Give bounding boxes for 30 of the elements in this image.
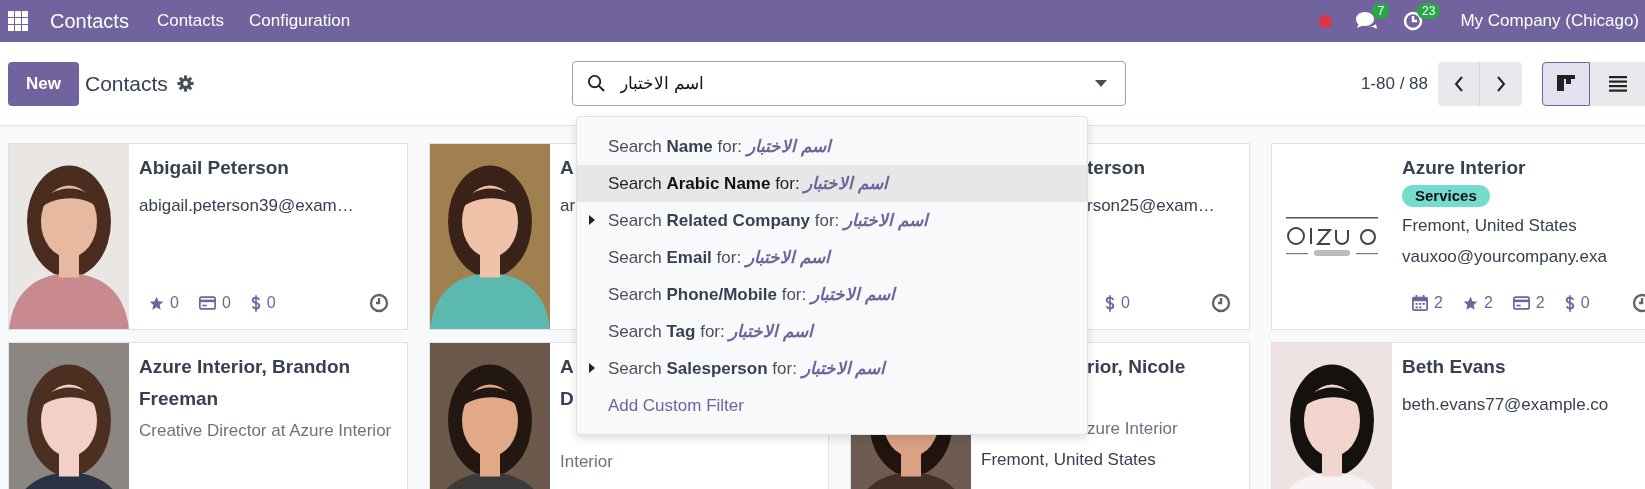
- stat-count: 0: [170, 294, 179, 312]
- address-text: Fremont, United States: [1402, 215, 1577, 237]
- contact-name: Beth Evans: [1402, 355, 1506, 379]
- email-text: beth.evans77@example.co: [1402, 394, 1609, 416]
- job-title: Interior: [560, 451, 613, 473]
- contact-name: Abigail Peterson: [139, 156, 289, 180]
- contact-name: Azure Interior, Brandon Freeman: [139, 355, 352, 411]
- contact-name: A: [560, 355, 574, 379]
- stat-count: 0: [266, 294, 276, 312]
- stat-count: 2: [1483, 294, 1493, 312]
- email-text: abigail.peterson39@exam…: [139, 195, 354, 217]
- stat-count: 0: [1121, 294, 1130, 312]
- contact-name: Azure Interior: [1402, 156, 1526, 180]
- contact-name: terson: [1086, 156, 1146, 180]
- stat-count: 2: [1434, 294, 1443, 312]
- stat-count: 0: [221, 294, 231, 312]
- contact-name: A: [560, 156, 574, 180]
- breadcrumb: Contacts: [85, 71, 168, 96]
- email-text: ar: [560, 195, 576, 217]
- contact-name: rior, Nicole: [1086, 355, 1186, 379]
- email-text: rson25@exam…: [1086, 195, 1215, 217]
- contact-name: D: [560, 387, 574, 411]
- stat-count: 2: [1535, 294, 1545, 312]
- count-badge: 23: [1417, 3, 1441, 19]
- count-badge: 7: [1372, 3, 1390, 19]
- job-title: zure Interior: [1086, 418, 1178, 440]
- email-text: vauxoo@yourcompany.exa: [1402, 246, 1607, 268]
- address-text: Fremont, United States: [981, 449, 1156, 471]
- stat-count: 0: [1580, 294, 1590, 312]
- job-title: Creative Director at Azure Interior: [139, 420, 392, 442]
